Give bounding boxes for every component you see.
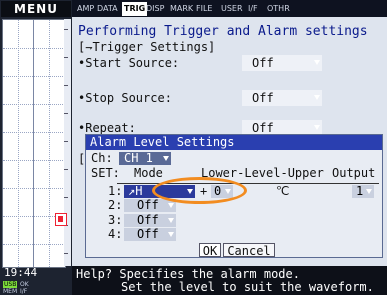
mode-dropdown-1[interactable]: ↗H — [124, 185, 195, 198]
chevron-down-icon — [168, 203, 174, 208]
ch-label: Ch: — [91, 151, 113, 165]
tab-mark[interactable]: MARK — [170, 3, 193, 15]
column-mode: Mode — [134, 166, 163, 180]
alarm-level-dialog: Alarm Level Settings Ch: CH 1 SET: Mode … — [85, 134, 383, 258]
level-input[interactable]: 0 — [211, 185, 233, 198]
chevron-down-icon — [163, 156, 169, 161]
row-number: 2: — [108, 198, 123, 212]
cancel-button[interactable]: Cancel — [223, 243, 275, 258]
chevron-down-icon — [314, 60, 320, 65]
mode-dropdown-4[interactable]: Off — [124, 228, 176, 241]
stop-source-dropdown[interactable]: Off — [242, 90, 322, 106]
mode-value: Off — [137, 213, 159, 227]
chevron-down-icon — [366, 189, 372, 194]
output-value: 1 — [356, 184, 364, 198]
usb-memory-label: MEM — [3, 288, 18, 295]
level-value: 0 — [214, 184, 222, 198]
level-sign: + — [200, 184, 208, 198]
chevron-down-icon — [314, 125, 320, 130]
mode-dropdown-3[interactable]: Off — [124, 214, 176, 227]
help-line-2: Set the level to suit the waveform. — [121, 280, 374, 294]
dialog-title: Alarm Level Settings — [86, 135, 382, 150]
waveform-preview — [2, 19, 66, 268]
tab-user[interactable]: USER — [221, 3, 243, 15]
start-source-dropdown[interactable]: Off — [242, 55, 322, 71]
usb-status: OK I/F — [20, 281, 29, 295]
help-bar: Help? Specifies the alarm mode. Set the … — [72, 266, 387, 295]
tab-othr[interactable]: OTHR — [267, 3, 290, 15]
left-panel: MENU 19:44 USB MEM OK I/F — [0, 0, 72, 295]
channel-dropdown[interactable]: CH 1 — [119, 152, 171, 165]
row-number: 1: — [108, 184, 123, 198]
tab-if[interactable]: I/F — [248, 3, 258, 15]
tab-bar: AMP DATA TRIG DISP MARK FILE USER I/F OT… — [72, 0, 387, 17]
help-line-1: Help? Specifies the alarm mode. — [76, 267, 300, 281]
row-number: 3: — [108, 213, 123, 227]
tab-data[interactable]: DATA — [97, 3, 118, 15]
usb-status-ok: OK — [20, 281, 29, 288]
menu-button[interactable]: MENU — [1, 1, 71, 17]
alarm-level-marker-icon — [55, 213, 67, 226]
tab-trig[interactable]: TRIG — [122, 2, 148, 16]
help-title: Performing Trigger and Alarm settings — [78, 24, 368, 39]
chevron-down-icon — [187, 189, 193, 194]
column-range: Lower-Level-Upper — [201, 166, 324, 180]
usb-status-if: I/F — [20, 288, 28, 295]
chevron-down-icon — [225, 189, 231, 194]
section-heading: [⇁Trigger Settings] — [78, 40, 216, 54]
output-dropdown-1[interactable]: 1 — [352, 185, 374, 198]
level-unit: ℃ — [276, 184, 290, 198]
tab-disp[interactable]: DISP — [146, 3, 164, 15]
tab-amp[interactable]: AMP — [77, 3, 94, 15]
clock: 19:44 — [4, 266, 38, 279]
mode-value: ↗H — [128, 184, 143, 198]
level-ruler — [64, 19, 71, 266]
ok-button[interactable]: OK — [199, 243, 221, 258]
start-source-label: •Start Source: — [78, 56, 180, 70]
column-output: Output — [332, 166, 376, 180]
set-label: SET: — [91, 166, 120, 180]
tab-file[interactable]: FILE — [196, 3, 212, 15]
chevron-down-icon — [314, 95, 320, 100]
stop-source-label: •Stop Source: — [78, 91, 172, 105]
channel-value: CH 1 — [124, 151, 153, 165]
row-number: 4: — [108, 227, 123, 241]
start-source-value: Off — [252, 56, 274, 70]
header-divider — [117, 183, 379, 184]
mode-dropdown-2[interactable]: Off — [124, 199, 176, 212]
mode-value: Off — [137, 198, 159, 212]
mode-value: Off — [137, 227, 159, 241]
chevron-down-icon — [168, 218, 174, 223]
usb-badge: USB — [3, 281, 18, 288]
chevron-down-icon — [168, 232, 174, 237]
stop-source-value: Off — [252, 91, 274, 105]
repeat-value: Off — [252, 121, 274, 135]
